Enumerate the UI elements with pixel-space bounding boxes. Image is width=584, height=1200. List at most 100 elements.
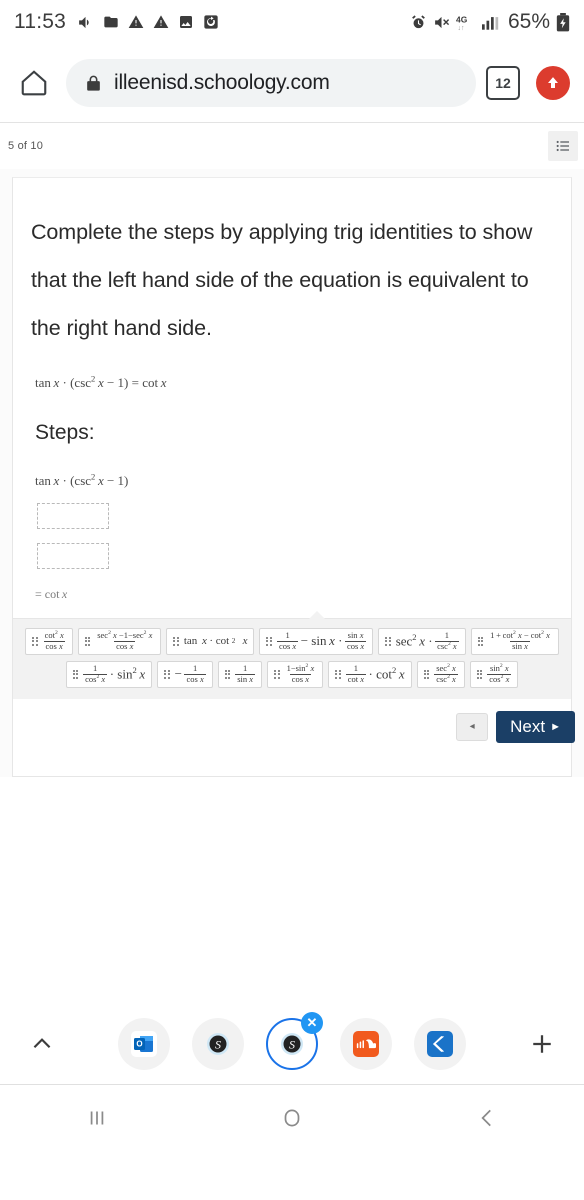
answer-bank-wrapper: cot2 x cos x sec2 x −1−sec2 x cos x tan x … — [13, 610, 571, 699]
answer-tile-one-over-cosx-minus-sinx-times-sinx-over-cosx[interactable]: 1 cos x − sin x · sin x cos x — [259, 627, 374, 655]
answer-tile-one-minus-sin2x-over-cosx[interactable]: 1−sin2 x cos x — [267, 660, 324, 688]
drag-handle-icon[interactable] — [32, 636, 38, 646]
address-bar[interactable]: illeenisd.schoology.com — [66, 59, 476, 107]
status-bar: 11:53 4G ↓↑ 65% — [0, 0, 584, 44]
network-4g-icon: 4G ↓↑ — [456, 14, 476, 31]
answer-dropzone-2[interactable] — [37, 542, 109, 569]
answer-tile-math: sec2 x · 1 csc2 x — [395, 630, 459, 652]
drag-handle-icon[interactable] — [84, 636, 91, 646]
svg-text:4G: 4G — [456, 14, 468, 24]
answer-tile-one-over-cotx-times-cot2x[interactable]: 1 cot x · cot2 x — [328, 660, 412, 688]
add-app-button[interactable] — [520, 1029, 564, 1059]
image-icon — [178, 14, 194, 30]
warning-icon-2 — [153, 14, 169, 30]
answer-tile-sec2x-times-one-over-csc2x[interactable]: sec2 x · 1 csc2 x — [378, 627, 466, 655]
svg-text:S: S — [289, 1038, 295, 1052]
answer-tile-math: 1 sin x — [235, 663, 256, 685]
page-header: 5 of 10 — [0, 123, 584, 169]
app-shortcut-skype-active[interactable]: S ✕ — [266, 1012, 323, 1070]
answer-dropzone-1[interactable] — [37, 502, 109, 529]
next-button-label: Next — [510, 716, 546, 736]
answer-tile-one-over-cos2x-times-sin2x[interactable]: 1 cos2 x · sin2 x — [65, 660, 153, 688]
answer-tile-negative-one-over-cosx[interactable]: − 1 cos x — [157, 660, 213, 688]
soundcloud-icon — [353, 1031, 379, 1057]
svg-text:O: O — [136, 1040, 142, 1049]
app-shortcut-outlook[interactable]: O — [118, 1018, 170, 1070]
answer-tile-math: 1−sin2 x cos x — [286, 663, 315, 685]
drag-handle-icon[interactable] — [476, 669, 483, 679]
chevron-right-icon: ► — [550, 720, 561, 733]
answer-tile-one-over-sinx[interactable]: 1 sin x — [217, 660, 263, 688]
drag-handle-icon[interactable] — [266, 636, 272, 646]
svg-text:↓↑: ↓↑ — [458, 25, 465, 31]
home-button-nav[interactable] — [195, 1105, 390, 1131]
app-icon-list: O S S ✕ — [64, 1012, 520, 1070]
mute-icon — [433, 14, 450, 31]
volume-icon — [77, 14, 94, 31]
answer-bank-row-1: cot2 x cos x sec2 x −1−sec2 x cos x tan x … — [19, 627, 565, 655]
navigation-row: ◂ Next ► — [13, 698, 575, 757]
answer-tile-sec2x-over-csc2x[interactable]: sec2 x csc2 x — [416, 660, 465, 688]
answer-tile-math: tan x · cot 2 x — [183, 635, 248, 648]
kami-icon — [427, 1031, 453, 1057]
app-disc: S — [192, 1018, 244, 1070]
svg-text:S: S — [215, 1038, 221, 1052]
sync-icon — [203, 14, 219, 30]
next-question-button[interactable]: Next ► — [496, 710, 575, 743]
home-button[interactable] — [14, 63, 54, 103]
app-shortcut-skype[interactable]: S — [192, 1018, 244, 1070]
home-icon — [19, 68, 49, 98]
back-button-nav[interactable] — [389, 1105, 584, 1131]
answer-tile-sec2x-minus1-minus-sec2x-over-cosx[interactable]: sec2 x −1−sec2 x cos x — [77, 627, 162, 655]
answer-tile-math: sin2 x cos2 x — [487, 663, 512, 685]
upload-arrow-icon — [543, 73, 563, 93]
drag-handle-icon[interactable] — [335, 669, 341, 679]
skype-icon: S — [205, 1031, 231, 1057]
chevron-up-icon — [29, 1031, 55, 1057]
back-chevron-icon — [474, 1105, 500, 1131]
app-disc: O — [118, 1018, 170, 1070]
status-right-icons: 4G ↓↑ 65% — [410, 10, 570, 34]
question-list-button[interactable] — [548, 131, 578, 161]
app-shortcut-kami[interactable] — [414, 1018, 466, 1070]
answer-tile-math: 1 cos2 x · sin2 x — [83, 663, 146, 685]
answer-tile-sin2x-over-cos2x[interactable]: sin2 x cos2 x — [469, 660, 519, 688]
update-button[interactable] — [536, 66, 570, 100]
app-disc — [340, 1018, 392, 1070]
tab-count-button[interactable]: 12 — [486, 66, 520, 100]
previous-question-button[interactable]: ◂ — [456, 712, 489, 741]
battery-percent: 65% — [507, 10, 550, 33]
drag-handle-icon[interactable] — [477, 636, 484, 646]
step-start-expression: tan x · (csc2 x − 1) — [13, 445, 571, 488]
drag-handle-icon[interactable] — [423, 669, 430, 679]
app-shortcut-soundcloud[interactable] — [340, 1018, 392, 1070]
main-equation-math: tan x · (csc2 x − 1) = cot x — [35, 374, 167, 391]
main-equation: tan x · (csc2 x − 1) = cot x — [13, 352, 571, 391]
web-page-content: 5 of 10 Complete the steps by applying t… — [0, 123, 584, 1027]
collapse-app-switcher-button[interactable] — [20, 1031, 64, 1057]
drag-handle-icon[interactable] — [164, 669, 170, 679]
close-app-button[interactable]: ✕ — [301, 1012, 323, 1034]
app-disc — [414, 1018, 466, 1070]
plus-icon — [527, 1029, 557, 1059]
drag-handle-icon[interactable] — [274, 669, 280, 679]
answer-tile-tanx-times-cot2x[interactable]: tan x · cot 2 x — [166, 627, 255, 655]
warning-icon — [128, 14, 144, 30]
answer-tile-cot2x-over-cosx[interactable]: cot2 x cos x — [25, 627, 73, 655]
skype-icon: S — [279, 1031, 305, 1057]
answer-bank: cot2 x cos x sec2 x −1−sec2 x cos x tan x … — [13, 617, 571, 699]
drag-handle-icon[interactable] — [385, 636, 391, 646]
drag-handle-icon[interactable] — [173, 636, 179, 646]
answer-tile-one-plus-cot2x-minus-cot2x-over-sinx[interactable]: 1 + cot2 x − cot2 x sin x — [470, 627, 559, 655]
question-card: Complete the steps by applying trig iden… — [12, 177, 575, 777]
recents-button[interactable] — [0, 1105, 195, 1131]
battery-charging-icon — [556, 12, 570, 32]
lock-icon — [84, 74, 103, 93]
recents-icon — [84, 1105, 110, 1131]
alarm-icon — [410, 14, 427, 31]
drag-handle-icon[interactable] — [72, 669, 79, 679]
question-text: Complete the steps by applying trig iden… — [31, 220, 533, 340]
steps-heading: Steps: — [35, 421, 95, 445]
signal-bars-icon — [481, 14, 500, 31]
drag-handle-icon[interactable] — [224, 669, 231, 679]
